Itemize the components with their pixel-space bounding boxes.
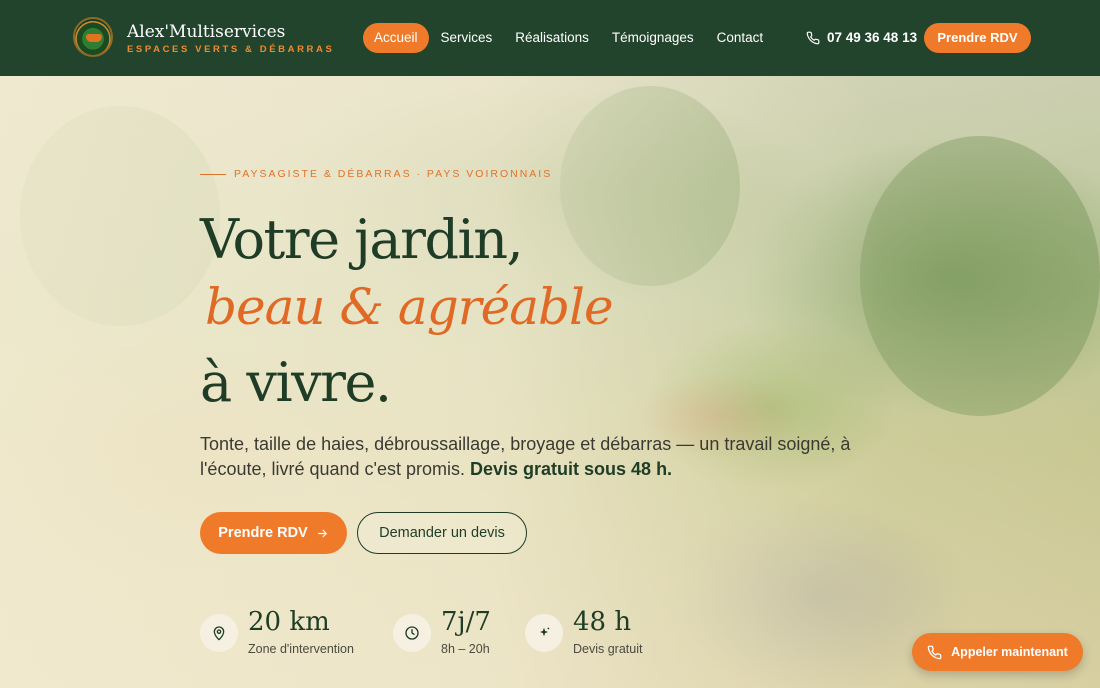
nav-prendre-rdv-button[interactable]: Prendre RDV (924, 23, 1031, 53)
nav-item-realisations[interactable]: Réalisations (504, 23, 600, 53)
brand-tagline: ESPACES VERTS & DÉBARRAS (127, 44, 335, 55)
stat-value: 48 h (573, 607, 632, 637)
stat-zone: 20 km Zone d'intervention (200, 606, 354, 656)
stat-hours: 7j/7 8h – 20h (393, 606, 491, 656)
brand-name: Alex'Multiservices (127, 22, 286, 42)
top-navigation: Alex'Multiservices ESPACES VERTS & DÉBAR… (0, 0, 1100, 76)
location-pin-icon (200, 614, 238, 652)
stat-devis: 48 h Devis gratuit (525, 606, 642, 656)
kicker-text: PAYSAGISTE & DÉBARRAS · PAYS VOIRONNAIS (234, 168, 553, 180)
hero-lead-bold: Devis gratuit sous 48 h. (470, 459, 673, 479)
hero-title-line2: beau & agréable (205, 278, 614, 336)
stat-value: 20 km (248, 607, 330, 637)
stat-value: 7j/7 (441, 607, 491, 637)
arrow-right-icon (317, 529, 327, 537)
phone-icon (806, 31, 820, 44)
hero-section: PAYSAGISTE & DÉBARRAS · PAYS VOIRONNAIS … (0, 76, 1100, 688)
hero-prendre-rdv-button[interactable]: Prendre RDV (200, 512, 347, 554)
brand[interactable]: Alex'Multiservices ESPACES VERTS & DÉBAR… (127, 22, 334, 55)
phone-link[interactable]: 07 49 36 48 13 (806, 30, 917, 45)
hero-title-line1: Votre jardin, (200, 208, 524, 271)
main-menu: Accueil Services Réalisations Témoignage… (363, 23, 775, 53)
kicker-line (200, 173, 226, 175)
nav-item-temoignages[interactable]: Témoignages (601, 23, 705, 53)
stat-label: 8h – 20h (441, 642, 490, 656)
phone-icon (927, 645, 942, 659)
hero-kicker: PAYSAGISTE & DÉBARRAS · PAYS VOIRONNAIS (200, 168, 552, 180)
appeler-maintenant-button[interactable]: Appeler maintenant (912, 633, 1083, 671)
sparkle-icon (525, 614, 563, 652)
hero-title-line3: à vivre. (200, 351, 392, 414)
stat-label: Devis gratuit (573, 642, 643, 656)
phone-number: 07 49 36 48 13 (827, 30, 918, 45)
nav-item-contact[interactable]: Contact (706, 23, 775, 53)
appeler-maintenant-label: Appeler maintenant (951, 645, 1068, 659)
hero-lead: Tonte, taille de haies, débroussaillage,… (200, 432, 880, 482)
nav-item-accueil[interactable]: Accueil (363, 23, 429, 53)
nav-item-services[interactable]: Services (430, 23, 504, 53)
hero-prendre-rdv-label: Prendre RDV (218, 525, 308, 541)
stat-label: Zone d'intervention (248, 642, 354, 656)
clock-icon (393, 614, 431, 652)
hero-demander-devis-button[interactable]: Demander un devis (357, 512, 527, 554)
brand-logo-icon[interactable] (73, 17, 113, 57)
